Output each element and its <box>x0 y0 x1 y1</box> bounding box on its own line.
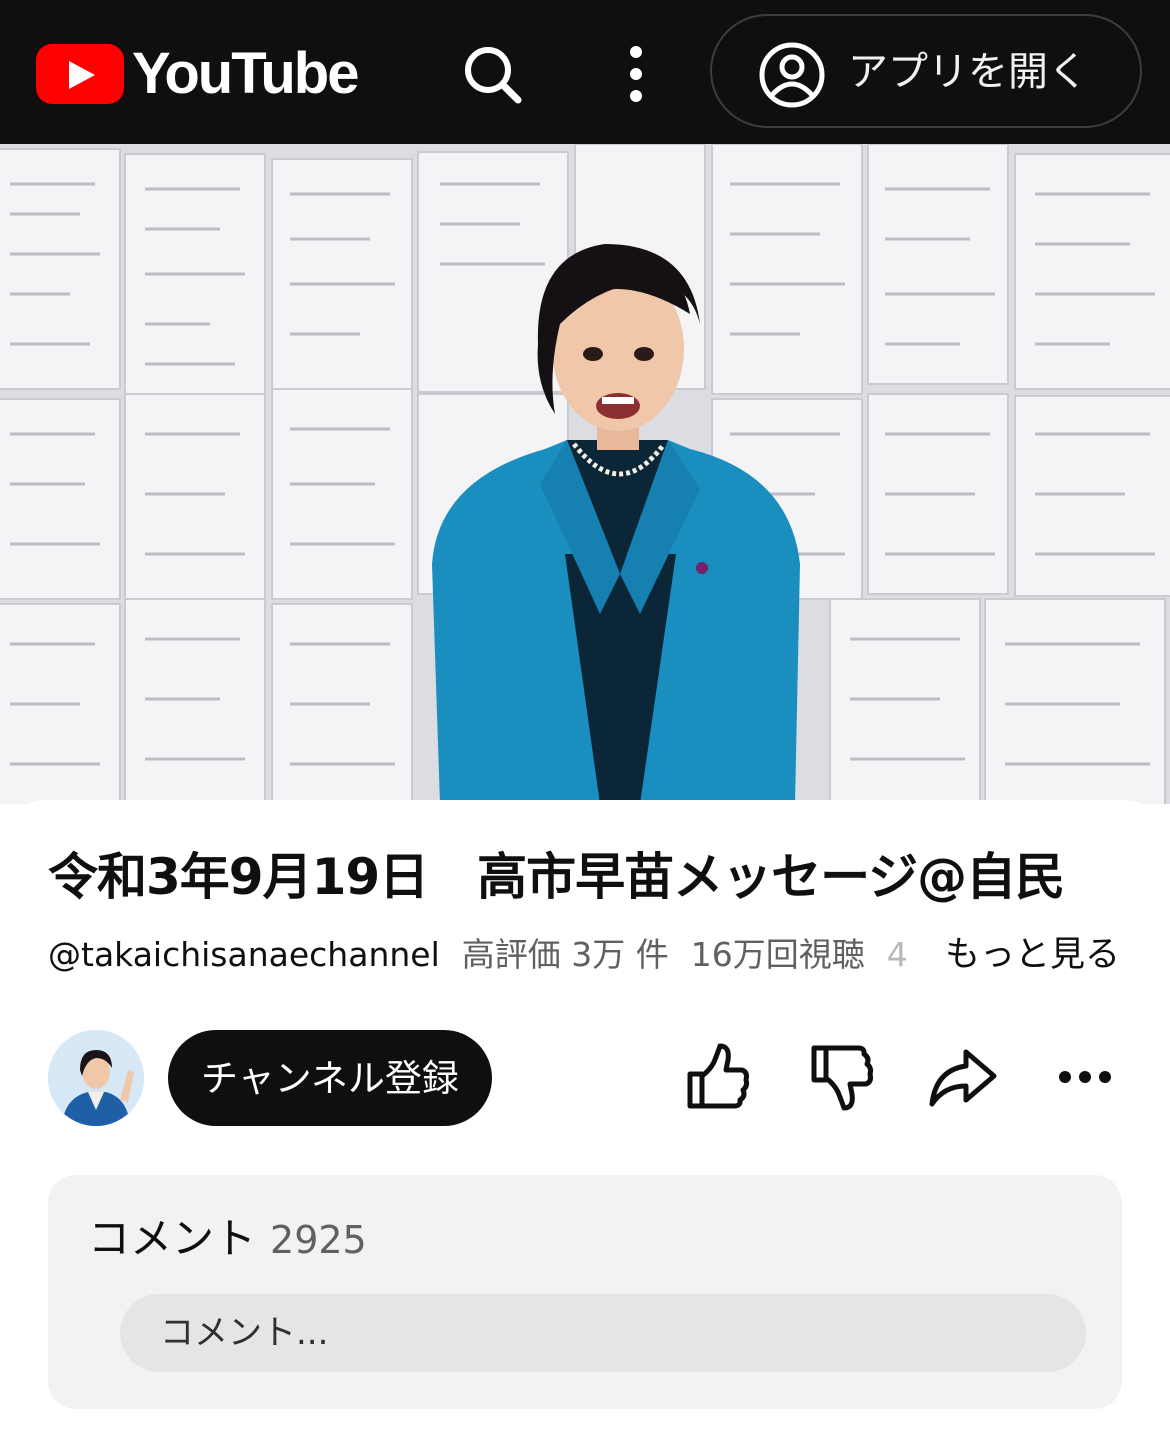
youtube-play-icon <box>36 44 124 104</box>
search-icon[interactable] <box>460 42 524 106</box>
thumbs-down-icon[interactable] <box>804 1040 878 1114</box>
show-more-link[interactable]: もっと見る <box>922 930 1120 980</box>
title-fade <box>1060 842 1170 912</box>
channel-handle: @takaichisanaechannel <box>48 935 440 974</box>
comments-count: 2925 <box>270 1218 367 1262</box>
comment-input[interactable]: コメント... <box>120 1294 1086 1372</box>
thumbs-up-icon[interactable] <box>680 1040 754 1114</box>
youtube-logo[interactable]: YouTube <box>36 42 359 106</box>
more-vert-icon[interactable] <box>620 42 652 106</box>
account-icon <box>759 42 825 108</box>
open-app-label: アプリを開く <box>848 49 1088 95</box>
comments-panel[interactable]: コメント 2925 コメント... <box>48 1175 1122 1409</box>
more-horiz-icon[interactable] <box>1048 1040 1122 1114</box>
like-count: 高評価 3万 件 <box>461 935 669 974</box>
comments-header: コメント 2925 <box>88 1213 367 1266</box>
channel-avatar[interactable] <box>48 1030 144 1126</box>
avatar-image <box>48 1030 144 1126</box>
youtube-wordmark: YouTube <box>132 41 359 106</box>
top-app-bar: YouTube アプリを開く <box>0 0 1170 144</box>
upload-date-truncated: 4 <box>886 935 908 974</box>
video-player[interactable] <box>0 144 1170 804</box>
share-icon[interactable] <box>926 1040 1000 1114</box>
view-count: 16万回視聴 <box>690 935 865 974</box>
subscribe-button[interactable]: チャンネル登録 <box>168 1030 492 1126</box>
comments-label: コメント <box>88 1214 257 1263</box>
video-frame <box>0 144 1170 804</box>
video-title[interactable]: 令和3年9月19日 高市早苗メッセージ@自民 <box>48 842 1128 912</box>
open-app-button[interactable]: アプリを開く <box>710 14 1142 128</box>
